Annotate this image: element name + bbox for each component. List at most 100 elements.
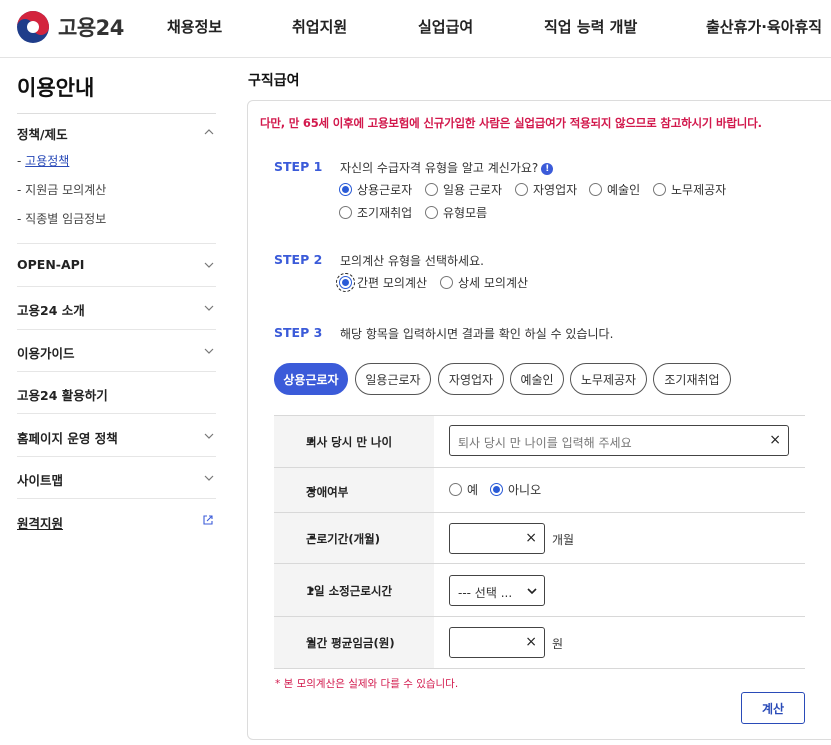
chevron-down-icon	[204, 262, 214, 268]
external-link-icon	[203, 515, 213, 525]
hours-label: 1일 소정근로시간	[306, 584, 393, 598]
radio-label: 유형모름	[443, 206, 488, 220]
sidebar-section-label: 사이트맵	[17, 473, 64, 488]
radio-type-artist[interactable]: 예술인	[589, 181, 640, 198]
sidebar-divider	[17, 286, 216, 287]
nav-vocational-training[interactable]: 직업 능력 개발	[544, 16, 637, 37]
radio-type-labor-provider[interactable]: 노무제공자	[653, 181, 726, 198]
period-label: 근로기간(개월)	[306, 532, 380, 546]
radio-type-regular[interactable]: 상용근로자	[339, 181, 412, 198]
nav-unemployment-benefit[interactable]: 실업급여	[418, 16, 473, 37]
sidebar-section-usage[interactable]: 고용24 활용하기	[17, 385, 216, 404]
sidebar-divider	[17, 243, 216, 244]
step2-label: STEP 2	[274, 252, 323, 267]
sidebar-item-label: 직종별 임금정보	[25, 212, 107, 226]
required-mark: •	[308, 434, 316, 448]
hours-select-value: --- 선택 ...	[458, 586, 513, 600]
sidebar-section-sitemap[interactable]: 사이트맵	[17, 470, 216, 489]
age-input[interactable]: 퇴사 당시 만 나이를 입력해 주세요 ×	[449, 425, 789, 456]
nav-parental-leave[interactable]: 출산휴가·육아휴직	[706, 16, 822, 37]
tab-self-employed[interactable]: 자영업자	[438, 363, 504, 395]
required-mark: •	[308, 531, 316, 545]
top-header: 고용24 채용정보 취업지원 실업급여 직업 능력 개발 출산휴가·육아휴직	[0, 0, 831, 58]
sidebar-title: 이용안내	[17, 76, 95, 100]
radio-label: 예	[467, 483, 479, 497]
tab-regular-worker[interactable]: 상용근로자	[274, 363, 348, 395]
tab-artist[interactable]: 예술인	[510, 363, 564, 395]
nav-recruit[interactable]: 채용정보	[167, 16, 222, 37]
radio-circle	[515, 183, 528, 196]
age-label: 퇴사 당시 만 나이	[306, 435, 393, 449]
radio-type-daily[interactable]: 일용 근로자	[425, 181, 502, 198]
sidebar-section-operation-policy[interactable]: 홈페이지 운영 정책	[17, 428, 216, 447]
tab-daily-worker[interactable]: 일용근로자	[355, 363, 431, 395]
sidebar-section-label: 고용24 활용하기	[17, 388, 108, 403]
radio-circle	[339, 206, 352, 219]
sidebar-section-open-api[interactable]: OPEN-API	[17, 257, 216, 272]
form-bottom-border	[274, 668, 805, 669]
radio-label: 일용 근로자	[443, 183, 503, 197]
clear-icon[interactable]: ×	[769, 432, 781, 448]
radio-disability-yes[interactable]: 예	[449, 481, 478, 498]
footnote: * 본 모의계산은 실제와 다를 수 있습니다.	[275, 678, 459, 690]
sidebar-divider	[17, 113, 216, 114]
site-logo[interactable]: 고용24	[16, 10, 124, 44]
required-mark: •	[308, 583, 316, 597]
sidebar-section-label: 정책/제도	[17, 127, 68, 142]
radio-circle	[653, 183, 666, 196]
radio-label: 노무제공자	[671, 183, 727, 197]
required-mark: •	[308, 635, 316, 649]
radio-detailed-calc[interactable]: 상세 모의계산	[440, 274, 528, 291]
chevron-down-icon	[204, 433, 214, 439]
tab-labor-provider[interactable]: 노무제공자	[570, 363, 647, 395]
sidebar-item-label: 지원금 모의계산	[25, 183, 107, 197]
hours-select[interactable]: --- 선택 ...	[449, 575, 545, 606]
radio-type-self-employed[interactable]: 자영업자	[515, 181, 577, 198]
calculate-button[interactable]: 계산	[741, 692, 805, 724]
radio-circle	[589, 183, 602, 196]
radio-type-early-reemployment[interactable]: 조기재취업	[339, 204, 412, 221]
clear-icon[interactable]: ×	[525, 530, 537, 546]
radio-circle	[425, 206, 438, 219]
step1-label: STEP 1	[274, 159, 323, 174]
radio-simple-calc[interactable]: 간편 모의계산	[336, 273, 427, 292]
wage-label: 월간 평균임금(원)	[306, 636, 395, 650]
radio-disability-no[interactable]: 아니오	[490, 481, 541, 498]
sidebar-item-employment-policy[interactable]: - 고용정책	[17, 152, 69, 169]
period-input[interactable]: ×	[449, 523, 545, 554]
radio-label: 조기재취업	[357, 206, 413, 220]
form-label-cell: 근로기간(개월) •	[274, 513, 434, 563]
chevron-down-icon	[204, 475, 214, 481]
sidebar-section-label: 원격지원	[17, 516, 64, 531]
radio-label: 자영업자	[533, 183, 578, 197]
sidebar-item-label: 고용정책	[25, 154, 70, 168]
nav-job-support[interactable]: 취업지원	[292, 16, 347, 37]
radio-label: 상용근로자	[357, 183, 413, 197]
radio-circle	[425, 183, 438, 196]
sidebar-section-policy[interactable]: 정책/제도	[17, 124, 216, 143]
chevron-up-icon	[204, 129, 214, 135]
step1-text: 자신의 수급자격 유형을 알고 계신가요?!	[340, 159, 554, 176]
form-label-cell: 장애여부 •	[274, 468, 434, 512]
wage-input[interactable]: ×	[449, 627, 545, 658]
sidebar-section-remote-support[interactable]: 원격지원	[17, 513, 216, 532]
chevron-down-icon	[204, 348, 214, 354]
tab-early-reemployment[interactable]: 조기재취업	[653, 363, 731, 395]
sidebar-section-guide[interactable]: 이용가이드	[17, 343, 216, 362]
clear-icon[interactable]: ×	[525, 634, 537, 650]
sidebar-section-label: OPEN-API	[17, 257, 85, 272]
chevron-down-icon	[204, 305, 214, 311]
radio-type-unknown[interactable]: 유형모름	[425, 204, 487, 221]
radio-label: 아니오	[508, 483, 542, 497]
info-icon[interactable]: !	[541, 163, 554, 175]
sidebar-item-wage-info[interactable]: - 직종별 임금정보	[17, 210, 106, 227]
radio-circle	[449, 483, 462, 496]
radio-label: 예술인	[607, 183, 641, 197]
age-placeholder: 퇴사 당시 만 나이를 입력해 주세요	[458, 436, 632, 450]
step3-label: STEP 3	[274, 325, 323, 340]
step1-question: 자신의 수급자격 유형을 알고 계신가요?	[340, 161, 539, 175]
taegeuk-logo-icon	[17, 11, 49, 43]
sidebar-item-subsidy-calc[interactable]: - 지원금 모의계산	[17, 181, 106, 198]
sidebar-section-about[interactable]: 고용24 소개	[17, 300, 216, 319]
form-label-cell: 퇴사 당시 만 나이 •	[274, 416, 434, 467]
